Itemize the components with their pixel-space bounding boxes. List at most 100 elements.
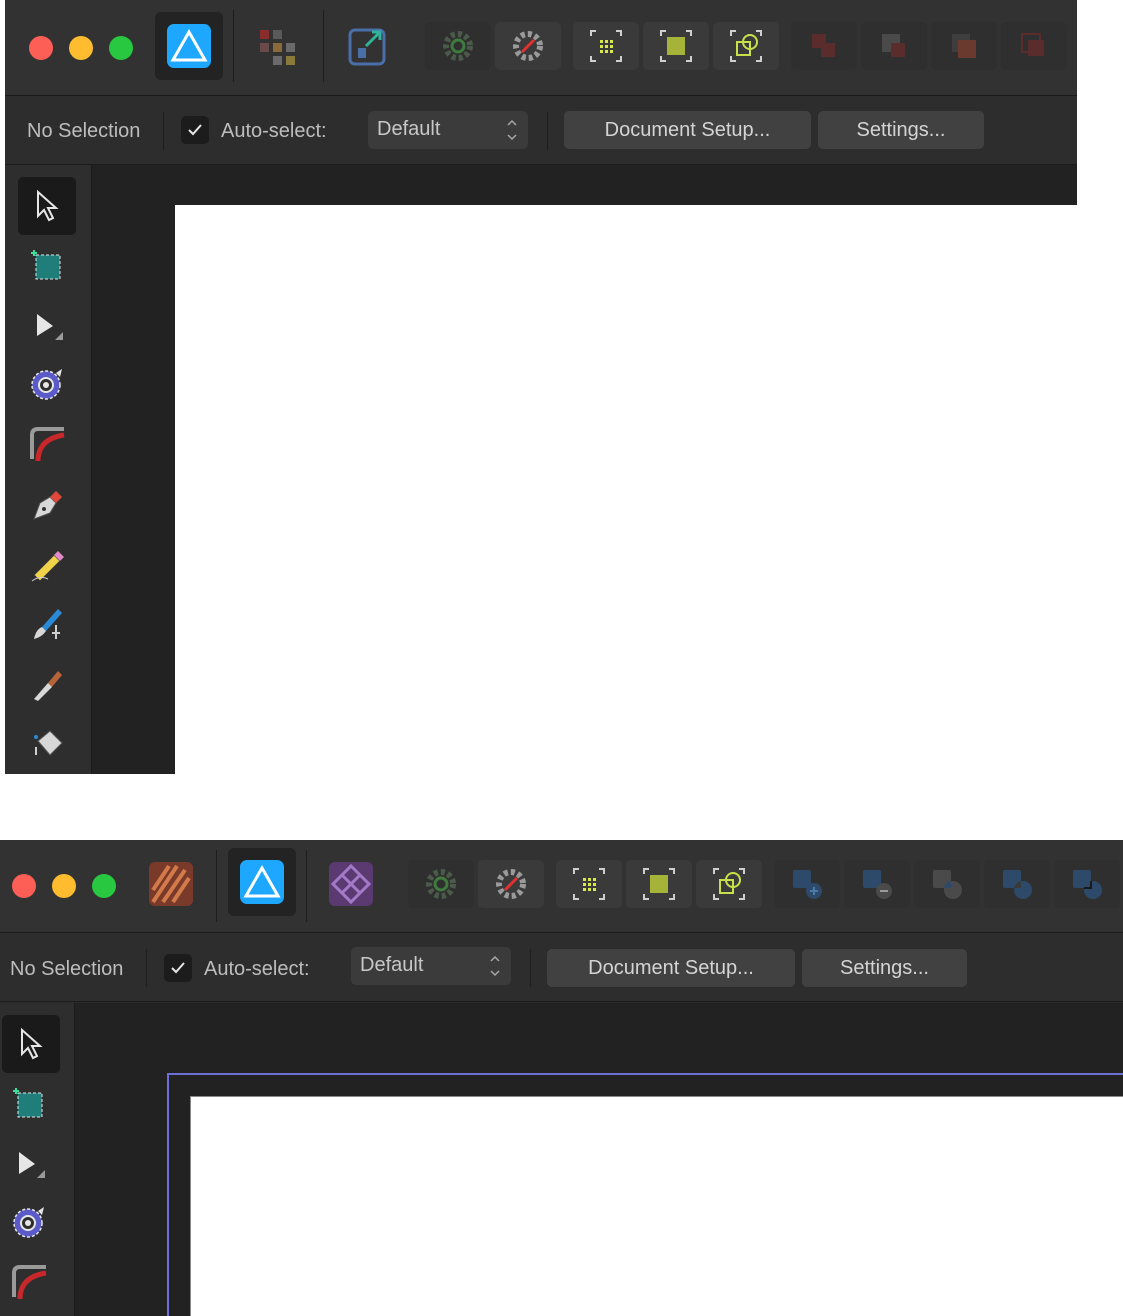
autoselect-mode-select[interactable]: Default	[368, 111, 528, 149]
settings-button[interactable]: Settings...	[818, 111, 984, 149]
close-window-button[interactable]	[12, 874, 36, 898]
designer-persona-button[interactable]	[228, 848, 296, 916]
snap-fine-grid-button[interactable]	[626, 860, 692, 908]
autoselect-label: Auto-select:	[204, 958, 310, 980]
document-setup-button[interactable]: Document Setup...	[564, 111, 811, 149]
artboard-icon	[31, 250, 61, 280]
photo-persona-icon	[329, 862, 373, 906]
pencil-icon	[31, 551, 64, 582]
fine-grid-icon	[660, 30, 692, 62]
export-persona-icon	[348, 28, 386, 66]
move-tool[interactable]	[2, 1015, 60, 1073]
pixel-persona-button[interactable]	[245, 22, 311, 70]
pixel-alignment-gear-icon	[496, 869, 526, 899]
minimize-window-button[interactable]	[69, 36, 93, 60]
node-arrow-icon	[19, 1152, 45, 1178]
boolean-xor-button[interactable]	[984, 860, 1050, 908]
stepper-chevrons-icon	[490, 955, 500, 977]
title-toolbar	[0, 840, 1123, 933]
artboard-tool[interactable]	[18, 237, 76, 295]
document-setup-button[interactable]: Document Setup...	[547, 949, 795, 987]
node-tool[interactable]	[18, 297, 76, 355]
tools-panel	[0, 1003, 75, 1316]
context-toolbar: No Selection Auto-select: Default Docume…	[0, 933, 1123, 1002]
autoselect-checkbox[interactable]	[164, 954, 192, 982]
boolean-intersect-icon	[952, 34, 976, 58]
checkmark-icon	[171, 962, 185, 974]
grid-dots-icon	[573, 868, 605, 900]
boolean-add-button[interactable]	[774, 860, 840, 908]
boolean-intersect-button[interactable]	[914, 860, 980, 908]
designer-persona-button[interactable]	[155, 12, 223, 80]
zoom-window-button[interactable]	[109, 36, 133, 60]
pencil-brush-tool[interactable]	[18, 655, 76, 713]
selection-status: No Selection	[27, 120, 141, 142]
paint-bucket-icon	[34, 730, 63, 756]
snap-objects-button[interactable]	[713, 22, 779, 70]
pixel-persona-icon	[260, 30, 295, 65]
boolean-add-button[interactable]	[791, 22, 857, 70]
pencil-tool[interactable]	[18, 535, 76, 593]
export-persona-button[interactable]	[335, 22, 401, 70]
snapping-gear-icon	[443, 31, 473, 61]
close-window-button[interactable]	[29, 36, 53, 60]
selection-status: No Selection	[10, 958, 124, 980]
boolean-add-icon	[793, 870, 822, 899]
autoselect-label: Auto-select:	[221, 120, 327, 142]
artboard-tool[interactable]	[0, 1075, 58, 1133]
artboard-icon	[13, 1088, 43, 1118]
snap-grid-button[interactable]	[573, 22, 639, 70]
boolean-xor-icon	[1003, 870, 1032, 899]
context-toolbar: No Selection Auto-select: Default Docume…	[5, 96, 1077, 165]
corner-curve-icon	[12, 1265, 47, 1300]
boolean-intersect-icon	[933, 870, 962, 899]
contour-tool[interactable]	[0, 1193, 58, 1251]
force-pixel-alignment-button[interactable]	[495, 22, 561, 70]
workspace	[0, 1003, 1123, 1316]
force-pixel-alignment-button[interactable]	[478, 860, 544, 908]
grid-dots-icon	[590, 30, 622, 62]
boolean-add-icon	[812, 34, 835, 57]
snap-objects-icon	[713, 868, 745, 900]
boolean-divide-button[interactable]	[1001, 22, 1067, 70]
snapping-button[interactable]	[425, 22, 491, 70]
boolean-subtract-button[interactable]	[844, 860, 910, 908]
snapping-button[interactable]	[408, 860, 474, 908]
stepper-chevrons-icon	[507, 119, 517, 141]
boolean-intersect-button[interactable]	[931, 22, 997, 70]
pointer-arrow-icon	[21, 1027, 43, 1060]
corner-tool[interactable]	[18, 415, 76, 473]
boolean-divide-button[interactable]	[1054, 860, 1120, 908]
zoom-window-button[interactable]	[92, 874, 116, 898]
fill-tool[interactable]	[18, 713, 76, 771]
contour-target-icon	[13, 1207, 44, 1238]
node-tool[interactable]	[0, 1135, 58, 1193]
autoselect-checkbox[interactable]	[181, 116, 209, 144]
corner-tool[interactable]	[0, 1253, 58, 1311]
move-tool[interactable]	[18, 177, 76, 235]
minimize-window-button[interactable]	[52, 874, 76, 898]
document-canvas[interactable]	[190, 1096, 1123, 1316]
autoselect-mode-value: Default	[377, 118, 441, 140]
pen-tool[interactable]	[18, 475, 76, 533]
settings-button[interactable]: Settings...	[802, 949, 967, 987]
boolean-subtract-button[interactable]	[861, 22, 927, 70]
snap-fine-grid-button[interactable]	[643, 22, 709, 70]
corner-curve-icon	[30, 427, 65, 462]
photo-persona-button[interactable]	[318, 860, 384, 908]
contour-tool[interactable]	[18, 355, 76, 413]
snapping-gear-icon	[426, 869, 456, 899]
boolean-divide-icon	[1021, 33, 1044, 56]
publisher-persona-button[interactable]	[138, 860, 204, 908]
vector-brush-tool[interactable]	[18, 595, 76, 653]
designer-persona-icon	[167, 24, 211, 68]
node-arrow-icon	[37, 314, 63, 340]
autoselect-mode-select[interactable]: Default	[351, 947, 511, 985]
snap-objects-icon	[730, 30, 762, 62]
boolean-subtract-icon	[882, 34, 905, 57]
snap-grid-button[interactable]	[556, 860, 622, 908]
document-canvas[interactable]	[175, 205, 1077, 774]
screenshot-bottom: No Selection Auto-select: Default Docume…	[0, 840, 1123, 1316]
snap-objects-button[interactable]	[696, 860, 762, 908]
pointer-arrow-icon	[37, 189, 59, 222]
